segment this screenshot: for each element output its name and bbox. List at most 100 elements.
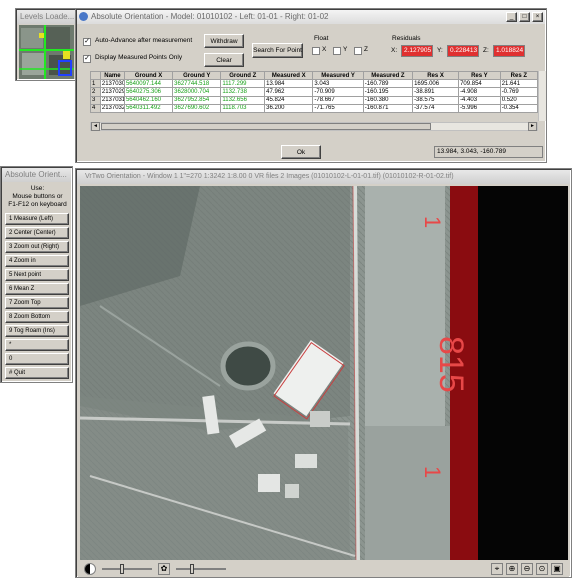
- levels-thumbnail[interactable]: [19, 25, 74, 79]
- zoom-top-button[interactable]: 7 Zoom Top: [5, 297, 69, 309]
- display-measured-checkbox[interactable]: ✓: [83, 55, 91, 63]
- column-header[interactable]: Res X: [412, 70, 460, 81]
- zoom-in-icon[interactable]: ⊕: [506, 563, 518, 575]
- float-y-checkbox[interactable]: [333, 47, 341, 55]
- column-header[interactable]: Ground Y: [172, 70, 222, 81]
- close-button[interactable]: ×: [532, 12, 543, 22]
- table-cell[interactable]: 45.824: [264, 95, 314, 105]
- table-row[interactable]: 1 2137030 5640097.144 3627744.518 1117.299 13…: [90, 79, 539, 89]
- table-cell[interactable]: -4.908: [458, 87, 501, 97]
- table-cell[interactable]: 36.200: [264, 103, 314, 113]
- table-cell[interactable]: -71.765: [312, 103, 364, 113]
- table-row[interactable]: 2 2137029 5640275.306 3628000.704 1132.738 47…: [90, 87, 539, 97]
- table-cell[interactable]: -5.996: [458, 103, 501, 113]
- search-for-point-button[interactable]: Search For Point: [252, 43, 303, 58]
- zoom-out-icon[interactable]: ⊖: [521, 563, 533, 575]
- table-cell[interactable]: 2137032: [99, 103, 125, 113]
- table-cell[interactable]: -78.667: [312, 95, 364, 105]
- maximize-button[interactable]: □: [519, 12, 530, 22]
- table-cell[interactable]: 4: [90, 103, 101, 113]
- scroll-thumb[interactable]: [101, 123, 431, 130]
- table-row[interactable]: 4 2137032 5640311.492 3627690.602 1118.703 36…: [90, 103, 539, 113]
- column-header[interactable]: [90, 70, 101, 81]
- table-cell[interactable]: -38.575: [412, 95, 460, 105]
- slider-thumb[interactable]: [190, 564, 194, 574]
- table-cell[interactable]: 5640097.144: [123, 79, 174, 89]
- table-cell[interactable]: -70.909: [312, 87, 364, 97]
- zoom-in-button[interactable]: 4 Zoom in: [5, 255, 69, 267]
- table-cell[interactable]: 2: [90, 87, 101, 97]
- table-cell[interactable]: -160.380: [362, 95, 414, 105]
- float-z-checkbox[interactable]: [354, 47, 362, 55]
- table-cell[interactable]: 2137030: [99, 79, 125, 89]
- center-button[interactable]: 2 Center (Center): [5, 227, 69, 239]
- table-horizontal-scrollbar[interactable]: ◄ ►: [90, 122, 538, 131]
- table-cell[interactable]: -0.354: [499, 103, 539, 113]
- table-cell[interactable]: 1132.656: [220, 95, 266, 105]
- table-cell[interactable]: -37.574: [412, 103, 460, 113]
- table-cell[interactable]: 1117.299: [220, 79, 266, 89]
- column-header[interactable]: Res Y: [458, 70, 501, 81]
- contrast-slider[interactable]: [176, 564, 226, 574]
- scroll-left-icon[interactable]: ◄: [91, 122, 100, 131]
- stereo-aerial-image[interactable]: 815 1 1: [80, 186, 568, 560]
- table-cell[interactable]: 1118.703: [220, 103, 266, 113]
- table-cell[interactable]: 5640462.160: [123, 95, 174, 105]
- pointer-tool-icon[interactable]: ⌖: [491, 563, 503, 575]
- table-cell[interactable]: 21.641: [499, 79, 539, 89]
- slider-thumb[interactable]: [120, 564, 124, 574]
- column-header[interactable]: Ground Z: [220, 70, 266, 81]
- ok-button[interactable]: Ok: [281, 145, 321, 159]
- table-cell[interactable]: 1132.738: [220, 87, 266, 97]
- table-cell[interactable]: 47.962: [264, 87, 314, 97]
- table-cell[interactable]: 1695.006: [412, 79, 460, 89]
- toggle-roam-button[interactable]: 9 Tog Roam (Ins): [5, 325, 69, 337]
- table-cell[interactable]: 3628000.704: [172, 87, 222, 97]
- table-cell[interactable]: 709.854: [458, 79, 501, 89]
- table-row[interactable]: 3 2137031 5640462.160 3627952.854 1132.656 45…: [90, 95, 539, 105]
- auto-advance-checkbox[interactable]: ✓: [83, 38, 91, 46]
- next-point-button[interactable]: 5 Next point: [5, 269, 69, 281]
- table-cell[interactable]: 2137029: [99, 87, 125, 97]
- table-cell[interactable]: 5640311.492: [123, 103, 174, 113]
- column-header[interactable]: Ground X: [123, 70, 174, 81]
- brightness-slider[interactable]: [102, 564, 152, 574]
- table-cell[interactable]: -4.403: [458, 95, 501, 105]
- mean-z-button[interactable]: 6 Mean Z: [5, 283, 69, 295]
- withdraw-button[interactable]: Withdraw: [204, 34, 244, 48]
- points-table[interactable]: Name Ground X Ground Y Ground Z Measured X Me…: [90, 70, 539, 113]
- table-cell[interactable]: 3.043: [312, 79, 364, 89]
- table-cell[interactable]: 3627690.602: [172, 103, 222, 113]
- float-x-checkbox[interactable]: [312, 47, 320, 55]
- quit-button[interactable]: # Quit: [5, 367, 69, 379]
- table-cell[interactable]: 2137031: [99, 95, 125, 105]
- clear-button[interactable]: Clear: [204, 53, 244, 67]
- table-cell[interactable]: 3627744.518: [172, 79, 222, 89]
- zero-button[interactable]: 0: [5, 353, 69, 365]
- column-header[interactable]: Name: [99, 70, 125, 81]
- zoom-out-button[interactable]: 3 Zoom out (Right): [5, 241, 69, 253]
- image-icon[interactable]: ▣: [551, 563, 563, 575]
- star-button[interactable]: *: [5, 339, 69, 351]
- contrast-icon[interactable]: [84, 563, 96, 575]
- scroll-right-icon[interactable]: ►: [528, 122, 537, 131]
- table-cell[interactable]: 13.984: [264, 79, 314, 89]
- table-vertical-scrollbar[interactable]: [538, 71, 546, 121]
- table-cell[interactable]: -160.789: [362, 79, 414, 89]
- table-cell[interactable]: -160.871: [362, 103, 414, 113]
- table-cell[interactable]: -38.891: [412, 87, 460, 97]
- table-cell[interactable]: -0.769: [499, 87, 539, 97]
- table-cell[interactable]: 3: [90, 95, 101, 105]
- zoom-bottom-button[interactable]: 8 Zoom Bottom: [5, 311, 69, 323]
- settings-icon[interactable]: ✿: [158, 563, 170, 575]
- table-cell[interactable]: 0.520: [499, 95, 539, 105]
- table-cell[interactable]: 3627952.854: [172, 95, 222, 105]
- minimize-button[interactable]: _: [506, 12, 517, 22]
- column-header[interactable]: Measured Y: [312, 70, 364, 81]
- table-cell[interactable]: 5640275.306: [123, 87, 174, 97]
- zoom-fit-icon[interactable]: ⊙: [536, 563, 548, 575]
- column-header[interactable]: Measured X: [264, 70, 314, 81]
- column-header[interactable]: Measured Z: [362, 70, 414, 81]
- table-cell[interactable]: -160.195: [362, 87, 414, 97]
- column-header[interactable]: Res Z: [499, 70, 539, 81]
